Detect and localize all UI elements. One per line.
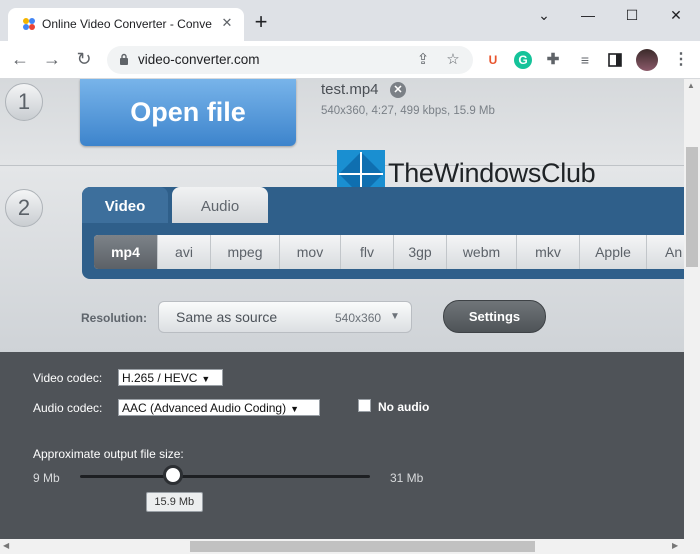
format-mpeg[interactable]: mpeg — [211, 235, 280, 269]
browser-toolbar: ← → ↻ video-converter.com ⇪ ☆ U G ✚ ≡ ⋮ — [0, 41, 700, 79]
no-audio-checkbox[interactable] — [358, 399, 371, 412]
format-mkv[interactable]: mkv — [517, 235, 580, 269]
tab-close-icon[interactable]: ✕ — [218, 14, 236, 32]
vertical-scroll-thumb[interactable] — [686, 147, 698, 267]
video-codec-label: Video codec: — [33, 371, 103, 385]
format-3gp[interactable]: 3gp — [394, 235, 447, 269]
vertical-scrollbar[interactable]: ▲ — [684, 79, 700, 539]
format-mp4[interactable]: mp4 — [94, 235, 158, 269]
share-icon[interactable]: ⇪ — [413, 50, 433, 70]
format-webm[interactable]: webm — [447, 235, 517, 269]
site-favicon-icon — [23, 18, 35, 30]
maximize-icon[interactable]: ☐ — [616, 4, 648, 28]
extensions-puzzle-icon[interactable]: ✚ — [544, 51, 562, 69]
chevron-down-icon: ▼ — [390, 311, 400, 322]
format-avi[interactable]: avi — [158, 235, 211, 269]
lock-icon — [120, 53, 128, 65]
grammarly-icon[interactable]: G — [514, 51, 532, 69]
size-max-label: 31 Mb — [390, 471, 424, 485]
tab-video[interactable]: Video — [82, 187, 168, 223]
format-mov[interactable]: mov — [280, 235, 341, 269]
format-flv[interactable]: flv — [341, 235, 394, 269]
side-panel-icon[interactable] — [606, 51, 624, 69]
settings-button[interactable]: Settings — [443, 300, 546, 333]
browser-tab[interactable]: Online Video Converter - Convert ✕ — [8, 8, 244, 41]
format-apple[interactable]: Apple — [580, 235, 647, 269]
tab-strip: Online Video Converter - Convert ✕ + ⌄ —… — [0, 0, 700, 41]
scroll-right-icon[interactable]: ▶ — [672, 541, 678, 550]
resolution-dimensions: 540x360 — [335, 311, 382, 325]
tab-search-icon[interactable]: ⌄ — [528, 4, 560, 28]
watermark-text: TheWindowsClub — [388, 158, 596, 188]
address-bar[interactable]: video-converter.com ⇪ ☆ — [107, 46, 473, 74]
menu-dots-icon[interactable]: ⋮ — [672, 51, 690, 69]
url-text: video-converter.com — [138, 52, 260, 67]
horizontal-scroll-thumb[interactable] — [190, 541, 535, 552]
reading-list-icon[interactable]: ≡ — [576, 51, 594, 69]
resolution-value: Same as source — [176, 309, 278, 325]
step-1-badge: 1 — [5, 83, 43, 121]
video-codec-select[interactable]: H.265 / HEVC ▼ — [118, 369, 223, 386]
file-name: test.mp4 — [321, 81, 379, 98]
step-2-badge: 2 — [5, 189, 43, 227]
window-close-icon[interactable]: ✕ — [660, 4, 692, 28]
audio-codec-select[interactable]: AAC (Advanced Audio Coding) ▼ — [118, 399, 320, 416]
scroll-up-icon[interactable]: ▲ — [687, 81, 695, 90]
size-min-label: 9 Mb — [33, 471, 60, 485]
bookmark-star-icon[interactable]: ☆ — [443, 50, 463, 70]
extension-u-icon[interactable]: U — [484, 51, 502, 69]
tab-title: Online Video Converter - Convert — [42, 17, 212, 31]
back-icon[interactable]: ← — [8, 47, 32, 71]
output-size-label: Approximate output file size: — [33, 447, 184, 461]
audio-codec-label: Audio codec: — [33, 401, 103, 415]
remove-file-icon[interactable]: ✕ — [390, 82, 406, 98]
size-value-tooltip: 15.9 Mb — [145, 492, 203, 512]
format-android[interactable]: An — [647, 235, 684, 269]
codec-panel: Video codec: H.265 / HEVC ▼ Audio codec: … — [0, 352, 684, 539]
video-codec-value: H.265 / HEVC — [122, 371, 198, 385]
file-metadata: 540x360, 4:27, 499 kbps, 15.9 Mb — [321, 105, 495, 117]
size-slider-track[interactable] — [80, 475, 370, 478]
page-content: 1 Open file test.mp4 ✕ 540x360, 4:27, 49… — [0, 79, 684, 539]
scroll-left-icon[interactable]: ◀ — [3, 541, 9, 550]
chevron-down-icon: ▼ — [201, 374, 211, 384]
new-tab-button[interactable]: + — [250, 11, 272, 34]
resolution-label: Resolution: — [81, 311, 147, 325]
minimize-icon[interactable]: — — [572, 4, 604, 28]
audio-codec-value: AAC (Advanced Audio Coding) — [122, 401, 287, 415]
profile-avatar[interactable] — [636, 49, 658, 71]
chevron-down-icon: ▼ — [290, 404, 300, 414]
reload-icon[interactable]: ↻ — [72, 47, 96, 71]
horizontal-scrollbar[interactable]: ◀ ▶ — [0, 539, 700, 554]
no-audio-label: No audio — [378, 400, 430, 414]
open-file-button[interactable]: Open file — [80, 79, 296, 146]
format-list: mp4 avi mpeg mov flv 3gp webm mkv Apple … — [94, 235, 684, 269]
size-slider-thumb[interactable] — [162, 465, 183, 485]
tab-audio[interactable]: Audio — [172, 187, 268, 223]
forward-icon[interactable]: → — [40, 47, 64, 71]
resolution-select[interactable]: Same as source 540x360 ▼ — [158, 301, 412, 333]
